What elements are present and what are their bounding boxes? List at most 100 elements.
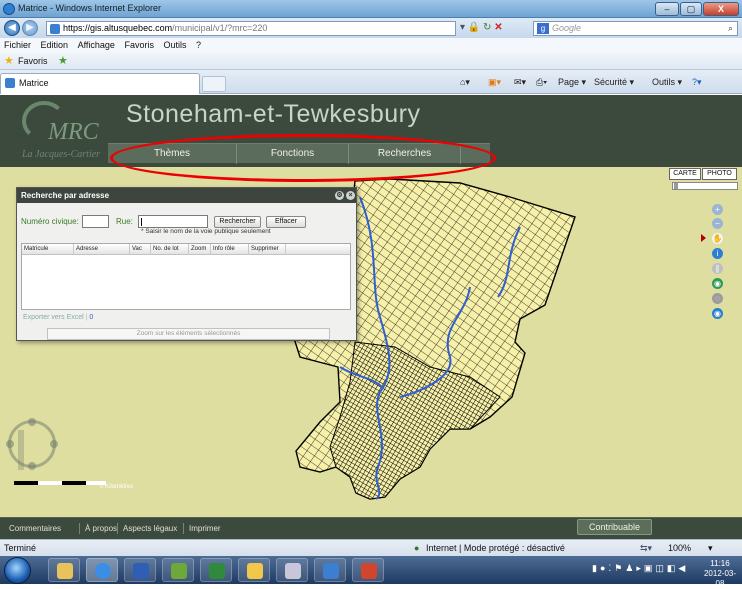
export-excel-link[interactable]: Exporter vers Excel	[23, 314, 84, 321]
zoom-dropdown-icon[interactable]: ▾	[708, 540, 713, 556]
opacity-slider[interactable]	[672, 182, 738, 190]
dropdown-arrow-icon[interactable]: ▾	[460, 22, 465, 33]
stop-icon[interactable]: ✕	[494, 22, 502, 33]
taskbar-clock[interactable]: 11:16 2012-03-08	[700, 559, 740, 589]
print-icon[interactable]: ⎙▾	[536, 74, 547, 90]
menu-edition[interactable]: Edition	[41, 40, 69, 50]
security-menu[interactable]: Sécurité ▾	[594, 74, 634, 90]
menu-help[interactable]: ?	[196, 40, 201, 50]
col-lot[interactable]: No. de lot	[151, 244, 189, 255]
pan-right-icon[interactable]	[50, 440, 58, 448]
pan-left-icon[interactable]	[6, 440, 14, 448]
nav-recherches[interactable]: Recherches	[349, 144, 461, 164]
zoom-out-icon[interactable]: −	[712, 218, 723, 229]
taskbar-paint[interactable]	[238, 558, 270, 582]
active-tool-marker-icon	[701, 234, 706, 242]
refresh-icon[interactable]: ↻	[483, 22, 491, 33]
new-tab-button[interactable]	[202, 76, 226, 92]
carte-button[interactable]: CARTE	[669, 168, 701, 180]
address-bar-icons: ▾ 🔒 ↻ ✕	[460, 21, 528, 36]
export-row: Exporter vers Excel | 0	[23, 314, 94, 321]
taskbar-app6[interactable]	[276, 558, 308, 582]
address-search-dialog: Recherche par adresse ⚙ × Numéro civique…	[16, 187, 357, 341]
dialog-settings-icon[interactable]: ⚙	[335, 191, 344, 200]
pan-up-icon[interactable]	[28, 418, 36, 426]
footer-about[interactable]: À propos	[85, 524, 117, 533]
photo-button[interactable]: PHOTO	[702, 168, 737, 180]
taskbar-explorer[interactable]	[48, 558, 80, 582]
civic-number-input[interactable]	[82, 215, 109, 228]
col-supprimer[interactable]: Supprimer	[249, 244, 286, 255]
minimize-button[interactable]: –	[655, 2, 679, 16]
feeds-icon[interactable]: ▣▾	[488, 74, 501, 90]
search-icon[interactable]: ⌕	[728, 22, 733, 35]
nav-themes[interactable]: Thèmes	[108, 144, 237, 164]
street-input[interactable]	[138, 215, 208, 228]
taskbar-word[interactable]	[124, 558, 156, 582]
taskbar-app7[interactable]	[314, 558, 346, 582]
menu-outils[interactable]: Outils	[164, 40, 187, 50]
clear-button[interactable]: Effacer	[266, 216, 306, 228]
favorites-button[interactable]: Favoris	[18, 56, 48, 66]
browser-tab[interactable]: Matrice	[0, 73, 200, 94]
page-title: Stoneham-et-Tewkesbury	[126, 100, 421, 128]
menu-favoris[interactable]: Favoris	[124, 40, 154, 50]
add-favorite-icon[interactable]: ★	[58, 54, 68, 67]
full-extent-icon[interactable]: ◉	[712, 308, 723, 319]
main-nav: Thèmes Fonctions Recherches	[108, 143, 490, 164]
menu-affichage[interactable]: Affichage	[78, 40, 115, 50]
footer-comments[interactable]: Commentaires	[9, 524, 61, 533]
zoom-selected-button[interactable]: Zoom sur les éléments sélectionnés	[47, 328, 330, 340]
close-window-button[interactable]: X	[703, 2, 739, 16]
zoom-in-icon[interactable]: +	[712, 204, 723, 215]
forward-arrow-icon[interactable]: ▶	[22, 20, 38, 36]
home-icon[interactable]: ⌂▾	[460, 74, 470, 90]
col-adresse[interactable]: Adresse	[74, 244, 130, 255]
map-toolbar: + − ✋ i ∥ ◉ ◌ ◉	[707, 200, 727, 324]
col-zoom[interactable]: Zoom	[189, 244, 211, 255]
zone-text[interactable]: Internet | Mode protégé : désactivé	[426, 540, 565, 556]
page-menu[interactable]: Page ▾	[558, 74, 586, 90]
pan-hand-icon[interactable]: ✋	[712, 233, 723, 244]
col-matricule[interactable]: Matricule	[22, 244, 74, 255]
search-placeholder: Google	[552, 23, 582, 33]
slider-handle[interactable]	[674, 183, 678, 189]
url-field[interactable]: https://gis.altusquebec.com/municipal/v1…	[46, 21, 456, 36]
search-button[interactable]: Rechercher	[214, 216, 261, 228]
pan-down-icon[interactable]	[28, 462, 36, 470]
footer-print[interactable]: Imprimer	[189, 524, 221, 533]
results-header: Matricule Adresse Vac No. de lot Zoom In…	[22, 244, 350, 255]
previous-extent-icon[interactable]: ◌	[712, 293, 723, 304]
restore-button[interactable]: ▢	[680, 2, 702, 16]
menu-fichier[interactable]: Fichier	[4, 40, 31, 50]
street-hint: * Saisir le nom de la voie publique seul…	[141, 228, 271, 235]
taskbar-map-app[interactable]	[162, 558, 194, 582]
tools-menu[interactable]: Outils ▾	[652, 74, 682, 90]
window-title: Matrice - Windows Internet Explorer	[18, 3, 162, 13]
globe-icon[interactable]: ◉	[712, 278, 723, 289]
info-icon[interactable]: i	[712, 248, 723, 259]
back-arrow-icon[interactable]: ◀	[4, 20, 20, 36]
col-info-role[interactable]: Info rôle	[211, 244, 249, 255]
zoom-level[interactable]: 100%	[668, 540, 691, 556]
dialog-close-icon[interactable]: ×	[346, 191, 355, 200]
civic-number-label: Numéro civique:	[21, 217, 79, 226]
taskbar-app8[interactable]	[352, 558, 384, 582]
lock-icon[interactable]: 🔒	[468, 22, 480, 33]
contribuable-button[interactable]: Contribuable	[577, 519, 652, 535]
footer-legal[interactable]: Aspects légaux	[123, 524, 177, 533]
tab-label: Matrice	[19, 78, 49, 88]
page-icon	[50, 24, 60, 34]
help-icon[interactable]: ?▾	[692, 74, 702, 90]
taskbar-excel[interactable]	[200, 558, 232, 582]
mail-icon[interactable]: ✉▾	[514, 74, 526, 90]
col-vac[interactable]: Vac	[130, 244, 151, 255]
protected-mode-icon[interactable]: ⇆▾	[640, 540, 652, 556]
search-input[interactable]: g Google ⌕	[533, 21, 738, 36]
nav-fonctions[interactable]: Fonctions	[237, 144, 349, 164]
pan-control[interactable]	[6, 418, 58, 470]
start-button[interactable]	[4, 557, 31, 584]
measure-icon[interactable]: ∥	[712, 263, 723, 274]
taskbar-ie[interactable]	[86, 558, 118, 582]
system-tray[interactable]: ▮●⁚⚑♟▸▣◫◧◀	[592, 563, 702, 577]
